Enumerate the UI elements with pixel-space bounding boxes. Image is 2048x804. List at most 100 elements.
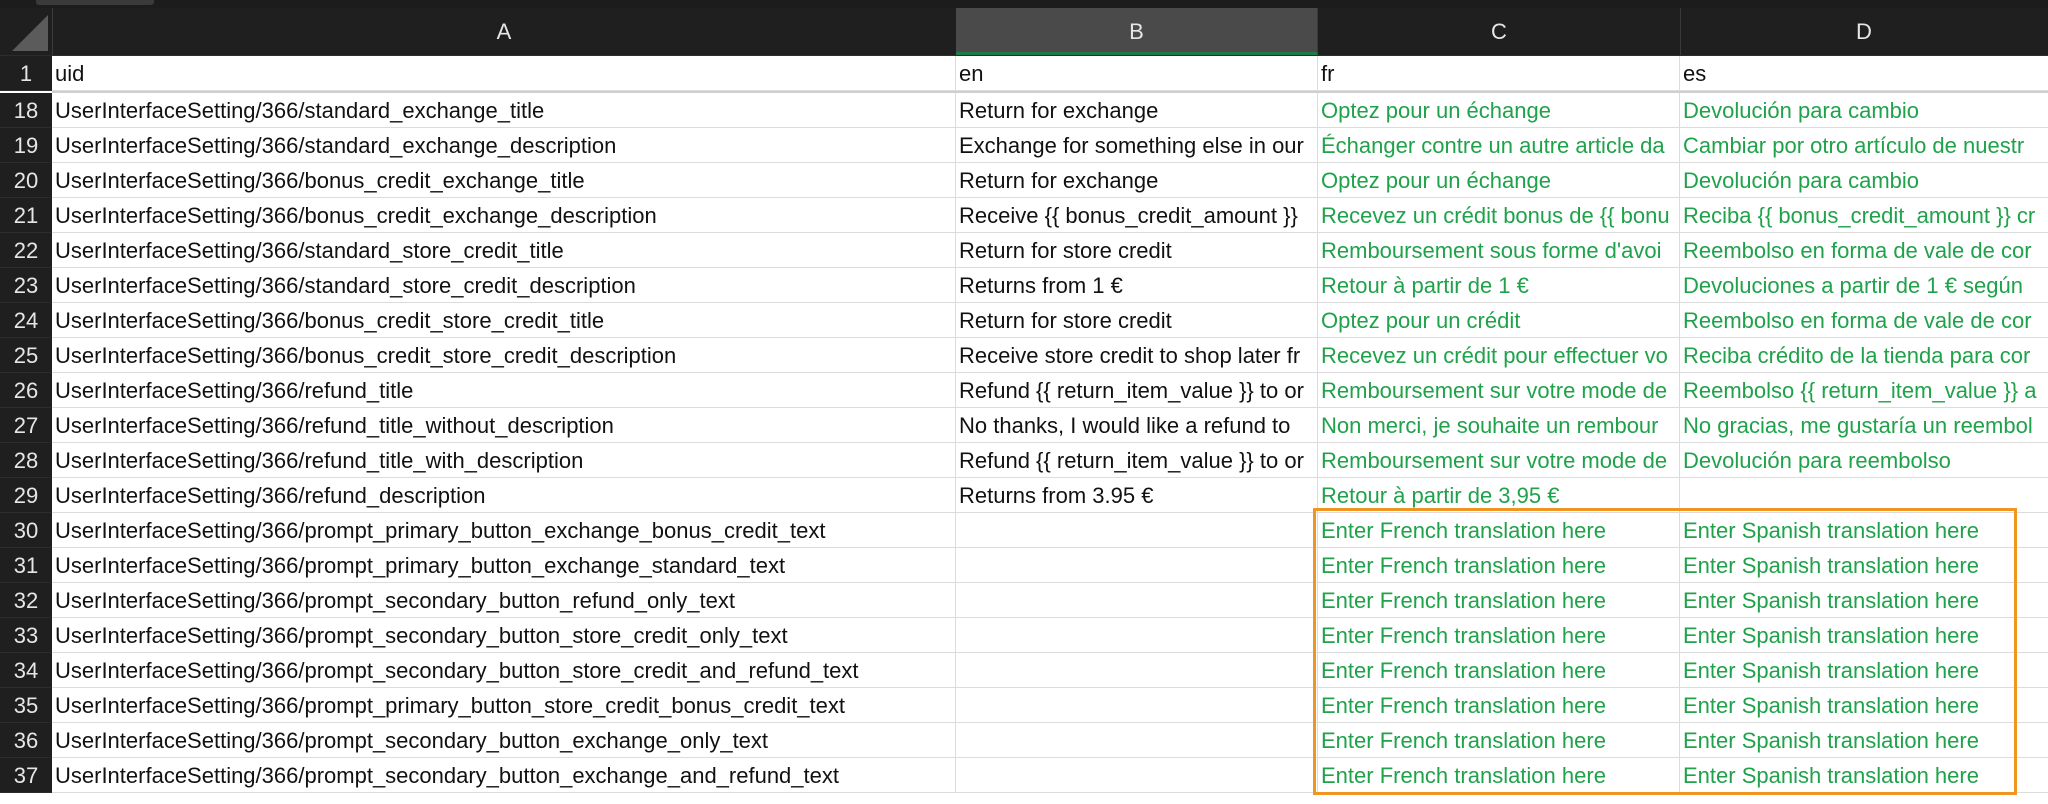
column-header-d[interactable]: D <box>1680 8 2048 55</box>
cell-d[interactable]: Enter Spanish translation here <box>1680 583 2048 618</box>
cell-d[interactable]: Devolución para cambio <box>1680 93 2048 128</box>
cell-c[interactable]: Recevez un crédit bonus de {{ bonu <box>1318 198 1680 233</box>
cell-a[interactable]: UserInterfaceSetting/366/standard_exchan… <box>52 128 956 163</box>
cell-b[interactable]: Return for exchange <box>956 163 1318 198</box>
row-number[interactable]: 36 <box>0 723 52 758</box>
cell-a[interactable]: UserInterfaceSetting/366/standard_store_… <box>52 268 956 303</box>
cell-b[interactable] <box>956 688 1318 723</box>
cell-a[interactable]: UserInterfaceSetting/366/refund_descript… <box>52 478 956 513</box>
cell-c[interactable]: Enter French translation here <box>1318 583 1680 618</box>
row-number[interactable]: 20 <box>0 163 52 198</box>
cell-d[interactable]: Reembolso en forma de vale de cor <box>1680 233 2048 268</box>
cell-d[interactable]: Devolución para cambio <box>1680 163 2048 198</box>
cell-b[interactable] <box>956 653 1318 688</box>
cell-d[interactable]: Enter Spanish translation here <box>1680 653 2048 688</box>
cell-a[interactable]: UserInterfaceSetting/366/prompt_primary_… <box>52 513 956 548</box>
select-all-corner[interactable] <box>0 8 53 55</box>
cell-d[interactable]: Reembolso {{ return_item_value }} a <box>1680 373 2048 408</box>
cell-d[interactable]: Enter Spanish translation here <box>1680 548 2048 583</box>
row-number[interactable]: 27 <box>0 408 52 443</box>
row-number[interactable]: 33 <box>0 618 52 653</box>
row-number[interactable]: 21 <box>0 198 52 233</box>
cell-c[interactable]: Enter French translation here <box>1318 653 1680 688</box>
cell-b[interactable]: Returns from 1 € <box>956 268 1318 303</box>
row-number[interactable]: 1 <box>0 56 52 91</box>
cell-d[interactable]: Enter Spanish translation here <box>1680 688 2048 723</box>
cell-c[interactable]: Optez pour un échange <box>1318 163 1680 198</box>
cell-d[interactable]: Reciba crédito de la tienda para cor <box>1680 338 2048 373</box>
row-number[interactable]: 35 <box>0 688 52 723</box>
cell-d[interactable]: Devoluciones a partir de 1 € según <box>1680 268 2048 303</box>
cell-a[interactable]: UserInterfaceSetting/366/bonus_credit_st… <box>52 338 956 373</box>
cell-c[interactable]: Enter French translation here <box>1318 513 1680 548</box>
row-number[interactable]: 29 <box>0 478 52 513</box>
column-header-a[interactable]: A <box>52 8 957 55</box>
cell-a[interactable]: UserInterfaceSetting/366/bonus_credit_ex… <box>52 198 956 233</box>
cell-c[interactable]: Remboursement sur votre mode de <box>1318 373 1680 408</box>
cell-c[interactable]: fr <box>1318 56 1680 91</box>
cell-c[interactable]: Enter French translation here <box>1318 548 1680 583</box>
cell-c[interactable]: Enter French translation here <box>1318 618 1680 653</box>
cell-a[interactable]: UserInterfaceSetting/366/standard_exchan… <box>52 93 956 128</box>
cell-c[interactable]: Recevez un crédit pour effectuer vo <box>1318 338 1680 373</box>
row-number[interactable]: 24 <box>0 303 52 338</box>
cell-d[interactable] <box>1680 478 2048 513</box>
cell-c[interactable]: Enter French translation here <box>1318 758 1680 793</box>
cell-a[interactable]: UserInterfaceSetting/366/standard_store_… <box>52 233 956 268</box>
cell-b[interactable] <box>956 583 1318 618</box>
cell-b[interactable] <box>956 723 1318 758</box>
row-number[interactable]: 34 <box>0 653 52 688</box>
row-number[interactable]: 32 <box>0 583 52 618</box>
cell-c[interactable]: Optez pour un crédit <box>1318 303 1680 338</box>
cell-b[interactable] <box>956 513 1318 548</box>
row-number[interactable]: 23 <box>0 268 52 303</box>
cell-b[interactable]: Return for store credit <box>956 233 1318 268</box>
cell-b[interactable]: Return for exchange <box>956 93 1318 128</box>
cell-b[interactable]: Receive store credit to shop later fr <box>956 338 1318 373</box>
row-number[interactable]: 18 <box>0 93 52 128</box>
cell-b[interactable] <box>956 758 1318 793</box>
sheet-tab-remnant[interactable] <box>36 0 154 5</box>
cell-c[interactable]: Retour à partir de 3,95 € <box>1318 478 1680 513</box>
column-header-b[interactable]: B <box>956 8 1318 55</box>
cell-c[interactable]: Échanger contre un autre article da <box>1318 128 1680 163</box>
cell-b[interactable]: Exchange for something else in our <box>956 128 1318 163</box>
row-number[interactable]: 19 <box>0 128 52 163</box>
row-number[interactable]: 30 <box>0 513 52 548</box>
cell-a[interactable]: UserInterfaceSetting/366/bonus_credit_ex… <box>52 163 956 198</box>
cell-d[interactable]: Enter Spanish translation here <box>1680 618 2048 653</box>
row-number[interactable]: 37 <box>0 758 52 793</box>
cell-c[interactable]: Enter French translation here <box>1318 723 1680 758</box>
row-number[interactable]: 22 <box>0 233 52 268</box>
cell-c[interactable]: Enter French translation here <box>1318 688 1680 723</box>
cell-a[interactable]: UserInterfaceSetting/366/refund_title_wi… <box>52 408 956 443</box>
cell-a[interactable]: UserInterfaceSetting/366/prompt_secondar… <box>52 618 956 653</box>
cell-b[interactable]: Refund {{ return_item_value }} to or <box>956 373 1318 408</box>
cell-b[interactable]: Return for store credit <box>956 303 1318 338</box>
cell-c[interactable]: Remboursement sous forme d'avoi <box>1318 233 1680 268</box>
cell-b[interactable]: Returns from 3.95 € <box>956 478 1318 513</box>
cell-b[interactable] <box>956 618 1318 653</box>
cell-b[interactable]: Refund {{ return_item_value }} to or <box>956 443 1318 478</box>
cell-b[interactable] <box>956 548 1318 583</box>
cell-a[interactable]: UserInterfaceSetting/366/refund_title <box>52 373 956 408</box>
cell-a[interactable]: uid <box>52 56 956 91</box>
cell-b[interactable]: Receive {{ bonus_credit_amount }} <box>956 198 1318 233</box>
cell-c[interactable]: Retour à partir de 1 € <box>1318 268 1680 303</box>
cell-d[interactable]: Cambiar por otro artículo de nuestr <box>1680 128 2048 163</box>
row-number[interactable]: 31 <box>0 548 52 583</box>
row-number[interactable]: 26 <box>0 373 52 408</box>
column-header-c[interactable]: C <box>1318 8 1681 55</box>
cell-c[interactable]: Non merci, je souhaite un rembour <box>1318 408 1680 443</box>
cell-c[interactable]: Remboursement sur votre mode de <box>1318 443 1680 478</box>
row-number[interactable]: 25 <box>0 338 52 373</box>
cell-b[interactable]: en <box>956 56 1318 91</box>
cell-d[interactable]: Reembolso en forma de vale de cor <box>1680 303 2048 338</box>
cell-d[interactable]: Devolución para reembolso <box>1680 443 2048 478</box>
cell-d[interactable]: es <box>1680 56 2048 91</box>
cell-d[interactable]: Reciba {{ bonus_credit_amount }} cr <box>1680 198 2048 233</box>
cell-d[interactable]: No gracias, me gustaría un reembol <box>1680 408 2048 443</box>
cell-a[interactable]: UserInterfaceSetting/366/prompt_primary_… <box>52 688 956 723</box>
cell-b[interactable]: No thanks, I would like a refund to <box>956 408 1318 443</box>
cell-d[interactable]: Enter Spanish translation here <box>1680 758 2048 793</box>
